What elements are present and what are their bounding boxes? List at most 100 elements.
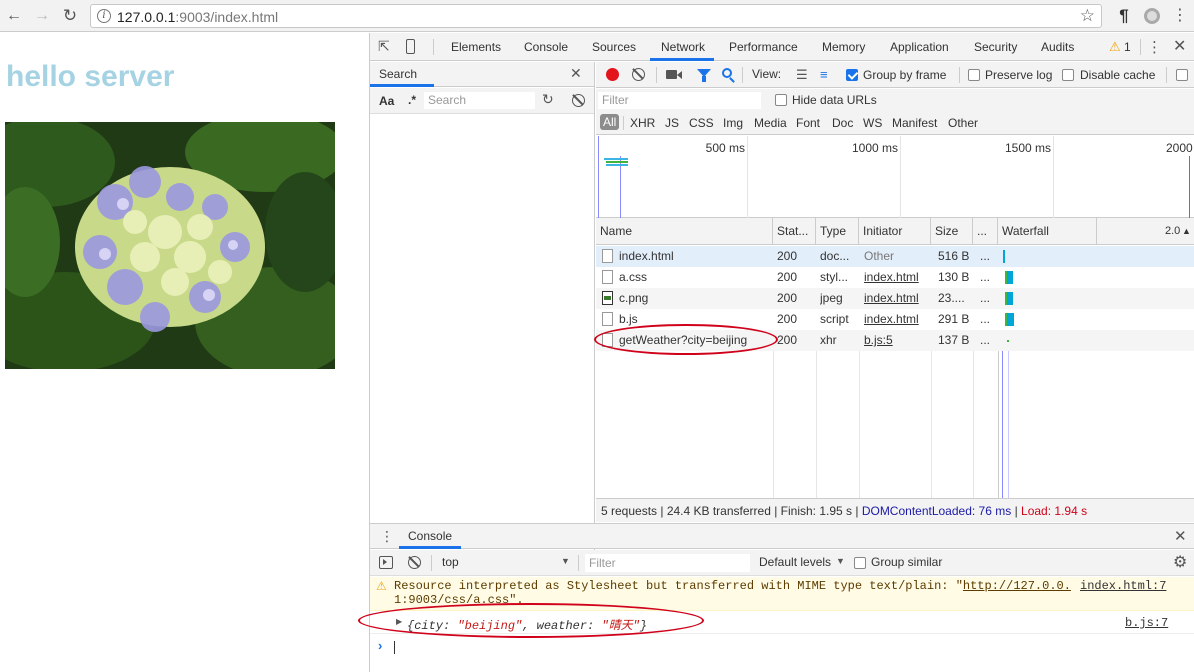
warning-url-link[interactable]: http://127.0.0.	[963, 579, 1071, 593]
drawer-menu-icon[interactable]: ⋮	[380, 528, 394, 545]
tab-elements[interactable]: Elements	[451, 40, 501, 54]
browser-toolbar: ← → ↻ i 127.0.0.1:9003/index.html ☆ ¶ ⋮	[0, 0, 1194, 32]
type-filter-js[interactable]: JS	[665, 116, 679, 130]
list-view-icon[interactable]: ☰	[796, 68, 808, 81]
column-status-header[interactable]: Stat...	[773, 218, 816, 245]
device-toolbar-icon[interactable]	[406, 39, 415, 54]
context-selector[interactable]: top	[442, 555, 459, 569]
warning-count[interactable]: 1	[1124, 40, 1131, 54]
back-icon[interactable]: ←	[4, 6, 24, 26]
context-dropdown-icon[interactable]: ▼	[561, 556, 570, 566]
drawer-tab-console[interactable]: Console	[408, 529, 452, 543]
request-name[interactable]: a.css	[619, 267, 769, 288]
type-filter-media[interactable]: Media	[754, 116, 787, 130]
tab-performance[interactable]: Performance	[729, 40, 798, 54]
network-filter-input[interactable]: Filter	[598, 92, 761, 109]
log-levels-dropdown[interactable]: Default levels	[759, 555, 831, 569]
regex-toggle[interactable]: .*	[408, 93, 416, 107]
console-prompt[interactable]: ›	[370, 635, 1194, 657]
column-more-header[interactable]: ...	[973, 218, 998, 245]
sort-ascending-icon[interactable]: ▲	[1182, 218, 1191, 245]
column-type-header[interactable]: Type	[816, 218, 859, 245]
clear-search-icon[interactable]	[572, 94, 585, 107]
console-log-entry[interactable]: ▶ {city: "beijing", weather: "晴天"} b.js:…	[358, 603, 1194, 638]
console-sidebar-icon[interactable]	[379, 556, 393, 569]
browser-menu-icon[interactable]: ⋮	[1170, 6, 1190, 26]
type-filter-other[interactable]: Other	[948, 116, 978, 130]
clear-log-icon[interactable]	[632, 68, 645, 81]
type-filter-font[interactable]: Font	[796, 116, 820, 130]
refresh-search-icon[interactable]: ↻	[542, 91, 554, 108]
record-icon[interactable]	[606, 68, 619, 81]
devtools-panel: ⇱ Elements Console Sources Network Perfo…	[358, 33, 1194, 672]
network-overview-timeline[interactable]: 500 ms 1000 ms 1500 ms 2000 ms	[596, 136, 1194, 218]
disable-cache-checkbox[interactable]	[1062, 69, 1074, 81]
request-name[interactable]: index.html	[619, 246, 769, 267]
request-initiator-link[interactable]: index.html	[864, 309, 929, 330]
type-filter-xhr[interactable]: XHR	[630, 116, 655, 130]
clear-console-icon[interactable]	[408, 556, 421, 569]
group-by-frame-checkbox[interactable]	[846, 69, 858, 81]
type-filter-doc[interactable]: Doc	[832, 116, 853, 130]
type-filter-img[interactable]: Img	[723, 116, 743, 130]
inspect-element-icon[interactable]: ⇱	[378, 38, 390, 55]
column-name-header[interactable]: Name	[596, 218, 773, 245]
view-label: View:	[752, 67, 782, 81]
levels-dropdown-icon[interactable]: ▼	[836, 556, 845, 566]
tab-application[interactable]: Application	[890, 40, 949, 54]
waterfall-view-icon[interactable]: ≡	[820, 68, 828, 81]
network-filter-row: Filter Hide data URLs	[596, 89, 1194, 111]
type-filter-all[interactable]: All	[600, 114, 620, 130]
match-case-toggle[interactable]: Aa	[379, 94, 394, 108]
preserve-log-checkbox[interactable]	[968, 69, 980, 81]
warning-text-line-1: Resource interpreted as Stylesheet but t…	[394, 579, 1071, 593]
type-filter-css[interactable]: CSS	[689, 116, 714, 130]
hydrangea-illustration	[5, 122, 335, 369]
console-filter-input[interactable]: Filter	[585, 554, 750, 572]
column-size-header[interactable]: Size	[931, 218, 973, 245]
request-initiator-link[interactable]: index.html	[864, 288, 929, 309]
offline-checkbox[interactable]	[1176, 69, 1188, 81]
console-settings-icon[interactable]: ⚙	[1173, 552, 1187, 572]
tab-network[interactable]: Network	[661, 40, 705, 54]
capture-screenshots-icon[interactable]	[666, 70, 677, 79]
tab-security[interactable]: Security	[974, 40, 1017, 54]
info-icon[interactable]: i	[97, 9, 111, 23]
request-initiator-link[interactable]: index.html	[864, 267, 929, 288]
console-toolbar: top ▼ Filter Default levels ▼ Group simi…	[370, 550, 1194, 576]
devtools-menu-icon[interactable]: ⋮	[1147, 38, 1162, 56]
table-row[interactable]: index.html 200 doc... Other 516 B ...	[596, 246, 1194, 267]
column-initiator-header[interactable]: Initiator	[859, 218, 931, 245]
reload-icon[interactable]: ↻	[60, 6, 80, 26]
forward-icon[interactable]: →	[32, 6, 52, 26]
extension-circle-icon[interactable]	[1144, 8, 1160, 24]
column-waterfall-header[interactable]: Waterfall 2.0 ▲	[998, 218, 1194, 245]
tab-audits[interactable]: Audits	[1041, 40, 1074, 54]
tab-memory[interactable]: Memory	[822, 40, 865, 54]
pilcrow-extension-icon[interactable]: ¶	[1114, 6, 1134, 26]
group-similar-checkbox[interactable]	[854, 557, 866, 569]
close-search-icon[interactable]: ✕	[570, 65, 582, 82]
close-drawer-icon[interactable]: ✕	[1174, 527, 1187, 545]
warning-source-link[interactable]: index.html:7	[1080, 579, 1166, 593]
warning-icon[interactable]: ⚠	[1109, 39, 1121, 55]
bookmark-star-icon[interactable]: ☆	[1080, 6, 1095, 26]
dom-content-loaded-marker	[598, 136, 599, 218]
drawer-tab-indicator	[399, 546, 461, 549]
tab-sources[interactable]: Sources	[592, 40, 636, 54]
request-type: xhr	[820, 333, 837, 347]
tab-console[interactable]: Console	[524, 40, 568, 54]
prompt-caret[interactable]	[394, 641, 395, 654]
table-row[interactable]: a.css 200 styl... index.html 130 B ...	[596, 267, 1194, 288]
address-bar[interactable]: i 127.0.0.1:9003/index.html ☆	[90, 4, 1102, 28]
hide-data-urls-checkbox[interactable]	[775, 94, 787, 106]
search-input[interactable]: Search	[424, 92, 535, 109]
tick-500ms: 500 ms	[705, 141, 745, 155]
type-filter-ws[interactable]: WS	[863, 116, 882, 130]
type-filter-manifest[interactable]: Manifest	[892, 116, 937, 130]
request-name[interactable]: c.png	[619, 288, 769, 309]
log-source-link[interactable]: b.js:7	[1125, 616, 1168, 630]
table-row[interactable]: c.png 200 jpeg index.html 23.... ...	[596, 288, 1194, 309]
close-devtools-icon[interactable]: ✕	[1173, 36, 1186, 56]
request-initiator-link[interactable]: b.js:5	[864, 330, 929, 351]
